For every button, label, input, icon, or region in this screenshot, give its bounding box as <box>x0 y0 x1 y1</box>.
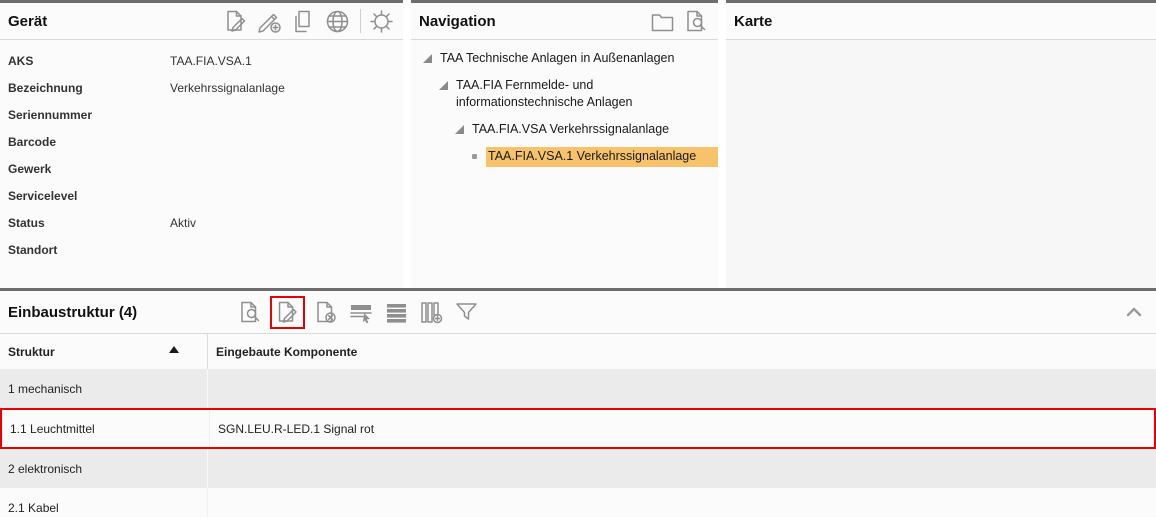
tree-item[interactable]: TAA Technische Anlagen in Außenanlagen <box>411 49 718 69</box>
cell-struktur: 2.1 Kabel <box>0 488 208 517</box>
cell-komponente: SGN.LEU.R-LED.1 Signal rot <box>210 422 1154 436</box>
structure-table-body: 1 mechanisch1.1 LeuchtmittelSGN.LEU.R-LE… <box>0 369 1156 517</box>
document-search-icon[interactable] <box>237 299 264 326</box>
collapse-panel-icon[interactable] <box>1124 302 1144 322</box>
tree-item-label[interactable]: TAA.FIA Fernmelde- und informationstechn… <box>454 76 718 113</box>
tree-item-label-selected[interactable]: TAA.FIA.VSA.1 Verkehrssignalanlage <box>486 147 718 167</box>
settings-gear-icon[interactable] <box>368 8 395 35</box>
field-label: Seriennummer <box>8 108 170 122</box>
device-field-row: Gewerk <box>0 155 403 182</box>
device-panel-header: Gerät <box>0 3 403 40</box>
folder-icon[interactable] <box>649 8 676 35</box>
field-label: Standort <box>8 243 170 257</box>
field-value: Verkehrssignalanlage <box>170 81 285 95</box>
toolbar-divider <box>360 9 361 33</box>
navigation-tree: TAA Technische Anlagen in Außenanlagen TA… <box>411 40 718 174</box>
device-field-row: StatusAktiv <box>0 209 403 236</box>
navigation-panel-header: Navigation <box>411 3 718 40</box>
map-body <box>726 40 1156 288</box>
top-panels-row: Gerät AKSTAA.FIA.VSA.1B <box>0 0 1156 288</box>
field-label: Servicelevel <box>8 189 170 203</box>
map-panel: Karte <box>726 0 1156 288</box>
rows-solid-icon[interactable] <box>383 299 410 326</box>
tree-item-label[interactable]: TAA.FIA.VSA Verkehrssignalanlage <box>470 120 718 140</box>
field-value: TAA.FIA.VSA.1 <box>170 54 252 68</box>
table-row[interactable]: 2 elektronisch <box>0 449 1156 488</box>
map-panel-header: Karte <box>726 3 1156 40</box>
structure-table-header: Struktur Eingebaute Komponente <box>0 334 1156 369</box>
tree-item[interactable]: TAA.FIA.VSA Verkehrssignalanlage <box>411 120 718 140</box>
navigation-panel-title: Navigation <box>419 13 496 30</box>
tree-item-label[interactable]: TAA Technische Anlagen in Außenanlagen <box>438 49 718 69</box>
pencil-add-icon[interactable] <box>256 8 283 35</box>
expanded-triangle-icon[interactable] <box>439 81 448 90</box>
navigation-panel: Navigation TAA Technische Anlagen in Auß… <box>411 0 718 288</box>
expanded-triangle-icon[interactable] <box>423 54 432 63</box>
structure-toolbar <box>229 296 480 329</box>
device-toolbar <box>215 8 395 35</box>
device-field-row: Standort <box>0 236 403 263</box>
document-remove-icon[interactable] <box>313 299 340 326</box>
column-header-struktur[interactable]: Struktur <box>0 334 208 369</box>
device-field-row: Servicelevel <box>0 182 403 209</box>
copy-document-icon[interactable] <box>290 8 317 35</box>
edit-document-icon[interactable] <box>222 8 249 35</box>
field-label: Barcode <box>8 135 170 149</box>
rows-select-icon[interactable] <box>348 299 375 326</box>
tree-item[interactable]: TAA.FIA Fernmelde- und informationstechn… <box>411 76 718 113</box>
document-search-icon[interactable] <box>683 8 710 35</box>
cell-struktur: 1.1 Leuchtmittel <box>2 410 210 447</box>
device-field-row: BezeichnungVerkehrssignalanlage <box>0 74 403 101</box>
cell-struktur: 1 mechanisch <box>0 369 208 408</box>
field-value: Aktiv <box>170 216 196 230</box>
device-fields: AKSTAA.FIA.VSA.1BezeichnungVerkehrssigna… <box>0 40 403 263</box>
table-row[interactable]: 2.1 Kabel <box>0 488 1156 517</box>
expanded-triangle-icon[interactable] <box>455 125 464 134</box>
column-header-struktur-label: Struktur <box>8 345 55 359</box>
map-panel-title: Karte <box>734 13 772 30</box>
column-header-komponente-label: Eingebaute Komponente <box>216 345 357 359</box>
tree-item[interactable]: TAA.FIA.VSA.1 Verkehrssignalanlage <box>411 147 718 167</box>
table-row[interactable]: 1 mechanisch <box>0 369 1156 408</box>
structure-panel-header: Einbaustruktur (4) <box>0 291 1156 334</box>
field-label: Bezeichnung <box>8 81 170 95</box>
cell-struktur: 2 elektronisch <box>0 449 208 488</box>
field-label: Status <box>8 216 170 230</box>
globe-icon[interactable] <box>324 8 351 35</box>
columns-settings-icon[interactable] <box>418 299 445 326</box>
sort-ascending-icon[interactable] <box>169 346 179 353</box>
field-label: AKS <box>8 54 170 68</box>
edit-document-icon[interactable] <box>274 299 301 326</box>
navigation-toolbar <box>642 8 710 35</box>
device-panel: Gerät AKSTAA.FIA.VSA.1B <box>0 0 403 288</box>
table-row-annotated[interactable]: 1.1 LeuchtmittelSGN.LEU.R-LED.1 Signal r… <box>0 408 1156 449</box>
device-panel-title: Gerät <box>8 13 47 30</box>
column-header-komponente[interactable]: Eingebaute Komponente <box>208 345 1156 359</box>
edit-icon-annotation-box <box>270 296 305 329</box>
structure-panel: Einbaustruktur (4) <box>0 288 1156 517</box>
structure-panel-title: Einbaustruktur (4) <box>8 304 137 321</box>
filter-funnel-icon[interactable] <box>453 299 480 326</box>
leaf-bullet-icon <box>472 154 477 159</box>
device-field-row: Barcode <box>0 128 403 155</box>
device-field-row: Seriennummer <box>0 101 403 128</box>
field-label: Gewerk <box>8 162 170 176</box>
device-field-row: AKSTAA.FIA.VSA.1 <box>0 47 403 74</box>
